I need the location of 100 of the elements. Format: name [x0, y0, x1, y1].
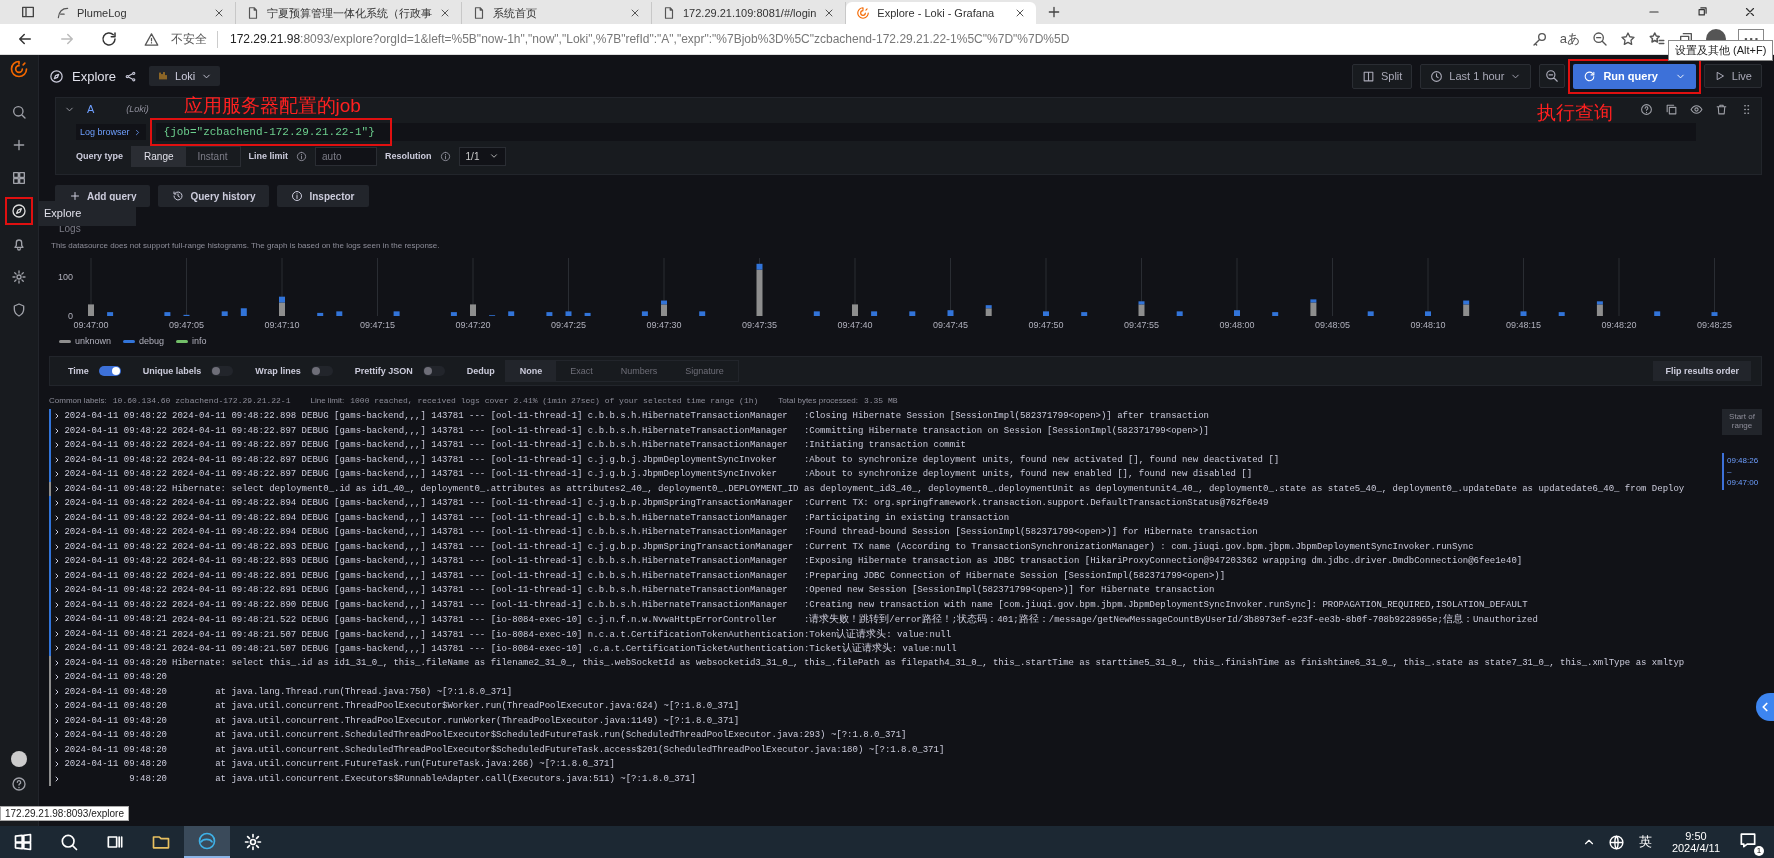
log-line[interactable]: 2024-04-11 09:48:22.890 DEBUG [gams-backend,,,] 143781 --- [ool-11-thread-1] c.b.b.s.h.HibernateTransactionManager :Creating new transaction with name [com.jiuqi.gov.bpm.jbpm.JbpmDeploymentSyncInvoker.runSync]: PROPAGATION_REQUIRED,ISOLATION_DEFAULT: [172, 599, 1528, 610]
histogram-bar: [1425, 311, 1431, 316]
toggle-switch[interactable]: [310, 366, 333, 376]
log-line[interactable]: at java.util.concurrent.FutureTask.run(FutureTask.java:266) ~[?:1.8.0_371]: [172, 759, 615, 770]
log-time: 2024-04-11 09:48:20: [63, 672, 167, 683]
copy-icon[interactable]: [1665, 102, 1678, 116]
log-browser-button[interactable]: Log browser: [76, 124, 146, 140]
reload-icon[interactable]: [100, 30, 118, 48]
log-line[interactable]: Hibernate: select this_.id as id1_31_0_, this_.fileName as filename2_31_0_, this_.webSocketId as websocketid3_31_0_, this_.filePath as filepath4_31_0_, this_.startTime as starttime5_31_0_, this_.finishTime as finishtime6_31_0_, this_.state as state7_31_0_, this_.xmlType as xmltyp: [172, 657, 1685, 668]
help-icon[interactable]: [11, 776, 27, 792]
close-icon[interactable]: [439, 7, 451, 19]
dedup-option[interactable]: Numbers: [606, 361, 672, 381]
log-time: 2024-04-11 09:48:22: [63, 512, 167, 523]
histogram-bar: [1081, 312, 1088, 316]
zoom-out-icon[interactable]: [1592, 31, 1608, 47]
log-line[interactable]: at java.util.concurrent.ScheduledThreadPoolExecutor$ScheduledFutureTask.access$201(ScheduledThreadPoolExecutor.java:180) ~[?:1.8.0_371]: [172, 744, 945, 755]
globe-icon[interactable]: [1607, 833, 1625, 851]
log-line[interactable]: 2024-04-11 09:48:22.893 DEBUG [gams-backend,,,] 143781 --- [ool-11-thread-1] c.j.g.b.p.JbpmSpringTransactionManager :Current TX name (According to TransactionSynchronizationManager) : com.jiuqi.gov.bpm.jbpm.JbpmDeploymentSyncInvoker.runSync: [172, 541, 1474, 552]
notification-icon[interactable]: [1738, 830, 1758, 850]
split-button[interactable]: Split: [1351, 63, 1413, 89]
dedup-option[interactable]: Exact: [556, 361, 607, 381]
help-icon[interactable]: [1640, 102, 1653, 116]
dedup-option[interactable]: Signature: [671, 361, 738, 381]
log-line[interactable]: at java.util.concurrent.ScheduledThreadPoolExecutor$ScheduledFutureTask.run(ScheduledThreadPoolExecutor.java:293) ~[?:1.8.0_371]: [172, 730, 907, 741]
star-icon[interactable]: [1620, 31, 1636, 47]
log-line[interactable]: Hibernate: select deployment0_.id as id1_40_, deployment0_.attributes as attributes2_40_, deployment0_.DEPLOYMENT_ID as deployment_id3_40_, deployment0_.deploymentUnit as deploymentunit4_40_, deployment0_.state as state5_40_, deployment0_.updateDate as updatedate6_40_ from Deploy: [172, 483, 1685, 494]
url-field[interactable]: 172.29.21.98:8093/explore?orgId=1&left=%5B"now-1h","now","Loki",%7B"refId":"A","expr":"%7Bjob%3D%5C"zcbachend-172.29.21.22-1%5C"%7D"%7D%5D: [230, 32, 1520, 46]
toggle-switch[interactable]: [211, 366, 234, 376]
run-query-button[interactable]: Run query: [1573, 63, 1696, 89]
tab-actions-icon[interactable]: [20, 4, 36, 20]
close-icon[interactable]: [213, 7, 225, 19]
log-line[interactable]: 2024-04-11 09:48:22.897 DEBUG [gams-backend,,,] 143781 --- [ool-11-thread-1] c.j.g.b.j.JbpmDeploymentSyncInvoker :About to synchronize deployment units, found new enabled [], found new disabled []: [172, 469, 1253, 480]
log-line[interactable]: 2024-04-11 09:48:21.507 DEBUG [gams-backend,,,] 143781 --- [io-8084-exec-10] .c.a.t.CertificationTicketAuthentication:Ticket认证请求头: value:null: [172, 641, 957, 656]
axis-label: 09:48:10: [1410, 320, 1446, 330]
browser-tab[interactable]: Explore - Loki - Grafana: [846, 2, 1037, 24]
action-button[interactable]: Inspector: [277, 185, 369, 207]
sidebar-item[interactable]: [7, 199, 31, 223]
collapse-tab[interactable]: [1756, 693, 1774, 721]
key-icon[interactable]: [1531, 31, 1548, 47]
log-line[interactable]: 2024-04-11 09:48:22.898 DEBUG [gams-backend,,,] 143781 --- [ool-11-thread-1] c.b.b.s.h.HibernateTransactionManager :Closing Hibernate Session [SessionImpl(582371799<open>)] after transaction: [172, 411, 1209, 422]
read-aloud-button[interactable]: aあ: [1559, 30, 1580, 48]
restore-icon[interactable]: [1695, 5, 1709, 19]
histogram-bar: [336, 311, 343, 316]
line-limit-field[interactable]: auto: [315, 146, 378, 166]
logo-icon: [856, 6, 871, 20]
query-input[interactable]: {job="zcbachend-172.29.21.22-1"}: [155, 123, 1696, 141]
log-time: 2024-04-11 09:48:20: [63, 701, 167, 712]
refresh-icon: [1583, 69, 1597, 83]
log-line[interactable]: 2024-04-11 09:48:22.897 DEBUG [gams-backend,,,] 143781 --- [ool-11-thread-1] c.b.b.s.h.HibernateTransactionManager :Initiating transaction commit: [172, 440, 966, 451]
warning-icon[interactable]: [144, 31, 159, 47]
info-icon[interactable]: [296, 150, 308, 162]
time-range-picker[interactable]: Last 1 hour: [1420, 63, 1532, 89]
histogram-bar: [1176, 311, 1183, 316]
zoom-out-button[interactable]: [1539, 64, 1566, 88]
share-icon[interactable]: [124, 69, 138, 83]
legend-label[interactable]: info: [192, 336, 207, 346]
eye-icon[interactable]: [1690, 102, 1703, 116]
log-line[interactable]: 2024-04-11 09:48:22.894 DEBUG [gams-backend,,,] 143781 --- [ool-11-thread-1] c.b.b.s.h.HibernateTransactionManager :Found thread-bound Session [SessionImpl(582371799<open>)] for Hibernate transaction: [172, 527, 1258, 538]
toggle-switch[interactable]: [422, 366, 445, 376]
toggle-switch[interactable]: [98, 366, 121, 376]
query-type-option[interactable]: Range: [132, 146, 186, 166]
log-line[interactable]: 2024-04-11 09:48:22.891 DEBUG [gams-backend,,,] 143781 --- [ool-11-thread-1] c.b.b.s.h.HibernateTransactionManager :Preparing JDBC Connection of Hibernate Session [SessionImpl(582371799<open>)]: [172, 570, 1226, 581]
log-line[interactable]: 2024-04-11 09:48:22.897 DEBUG [gams-backend,,,] 143781 --- [ool-11-thread-1] c.b.b.s.h.HibernateTransactionManager :Committing Hibernate transaction on Session [SessionImpl(582371799<open>)]: [172, 425, 1209, 436]
logo-icon[interactable]: [9, 59, 29, 79]
action-button[interactable]: Query history: [158, 185, 270, 207]
histogram-bar: [852, 304, 858, 316]
input-method[interactable]: 英: [1638, 833, 1652, 851]
page-icon: [246, 6, 260, 20]
info-icon[interactable]: [439, 150, 451, 162]
resolution-select[interactable]: 1/1: [458, 146, 507, 166]
log-line[interactable]: at java.util.concurrent.Executors$RunnableAdapter.call(Executors.java:511) ~[?:1.8.0_371]: [172, 773, 696, 784]
legend-label[interactable]: unknown: [75, 336, 112, 346]
log-line[interactable]: at java.util.concurrent.ThreadPoolExecutor.runWorker(ThreadPoolExecutor.java:1149) ~[?:1.8.0_371]: [172, 715, 740, 726]
panel-title: Logs: [59, 223, 82, 234]
toggle-label: Time: [68, 366, 89, 376]
trash-icon[interactable]: [1715, 102, 1728, 116]
range-indicator[interactable]: 09:48:26 – 09:47:00: [1722, 452, 1762, 491]
info-icon: [291, 190, 304, 202]
security-label[interactable]: 不安全: [171, 30, 218, 48]
query-type-option[interactable]: Instant: [185, 146, 240, 166]
datasource-picker[interactable]: Loki: [149, 66, 221, 86]
log-line[interactable]: 2024-04-11 09:48:22.893 DEBUG [gams-backend,,,] 143781 --- [ool-11-thread-1] c.b.b.s.h.HibernateTransactionManager :Exposing Hibernate transaction as JDBC transaction [HikariProxyConnection@947203362 wrapping dm.jdbc.driver.DmdbConnection@6fee1e40]: [172, 556, 1523, 567]
log-line[interactable]: 2024-04-11 09:48:22.891 DEBUG [gams-backend,,,] 143781 --- [ool-11-thread-1] c.b.b.s.h.HibernateTransactionManager :Opened new Session [SessionImpl(582371799<open>)] for Hibernate transaction: [172, 585, 1215, 596]
log-line[interactable]: 2024-04-11 09:48:21.507 DEBUG [gams-backend,,,] 143781 --- [io-8084-exec-10] n.c.a.t.CertificationTokenAuthentication:Token认证请求头: value:null: [172, 626, 952, 641]
axis-label: 09:48:05: [1315, 320, 1350, 330]
log-line[interactable]: at java.util.concurrent.ThreadPoolExecutor$Worker.run(ThreadPoolExecutor.java:624) ~[?:1.8.0_371]: [172, 701, 740, 712]
log-line[interactable]: 2024-04-11 09:48:22.897 DEBUG [gams-backend,,,] 143781 --- [ool-11-thread-1] c.j.g.b.j.JbpmDeploymentSyncInvoker :About to synchronize deployment units, found new activated [], found new deactivated []: [172, 454, 1280, 465]
dedup-option[interactable]: None: [505, 361, 557, 381]
legend-label[interactable]: debug: [139, 336, 165, 346]
log-line[interactable]: 2024-04-11 09:48:22.894 DEBUG [gams-backend,,,] 143781 --- [ool-11-thread-1] c.j.g.b.p.JbpmSpringTransactionManager :Current TX: org.springframework.transaction.support.DefaultTransactionStatus@762f6e49: [172, 498, 1269, 509]
clock[interactable]: 9:50 2024/4/11: [1671, 830, 1720, 854]
flip-order-button[interactable]: Flip results order: [1653, 361, 1751, 381]
log-line[interactable]: 2024-04-11 09:48:21.522 DEBUG [gams-backend,,,] 143781 --- [io-8084-exec-10] c.j.n.f.n.w.NvwaHttpErrorController :请求失败！跳转到/error路径！;状态码：401;路径：/message/getNewMessageCountByUserId/3b8973ef-e23f-ee3b-8b0f-708b9228965e;信息：Unauthorized: [172, 612, 1538, 627]
log-line[interactable]: at java.lang.Thread.run(Thread.java:750) ~[?:1.8.0_371]: [172, 686, 513, 697]
log-line[interactable]: 2024-04-11 09:48:22.894 DEBUG [gams-backend,,,] 143781 --- [ool-11-thread-1] c.b.b.s.h.HibernateTransactionManager :Participating in existing transaction: [172, 512, 1010, 523]
user-avatar[interactable]: [11, 751, 27, 767]
close-icon[interactable]: [1743, 5, 1757, 19]
start-of-range-button[interactable]: Start of range: [1722, 409, 1762, 435]
live-button[interactable]: Live: [1703, 64, 1762, 88]
close-icon[interactable]: [629, 7, 641, 19]
